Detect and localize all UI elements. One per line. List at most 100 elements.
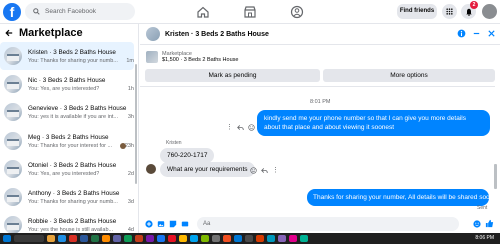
back-arrow-icon[interactable] (5, 29, 13, 37)
panel-title: Marketplace (19, 27, 83, 39)
chat-avatar[interactable] (146, 27, 160, 41)
app-icon[interactable] (102, 235, 110, 242)
plus-icon[interactable] (145, 219, 153, 228)
app-icon[interactable] (289, 235, 297, 242)
conversation-item[interactable]: Meg · 3 Beds 2 Baths House You: Thanks f… (0, 127, 134, 155)
reply-icon[interactable] (261, 167, 268, 174)
edge-icon[interactable] (58, 235, 66, 242)
conversation-item[interactable]: Nic · 3 Beds 2 Baths House You: Yes, are… (0, 70, 134, 98)
marketplace-icon[interactable] (243, 5, 257, 19)
file-explorer-icon[interactable] (47, 235, 55, 242)
incoming-message[interactable]: What are your requirements (160, 162, 255, 177)
listing-summary[interactable]: Marketplace $1,500 · 3 Beds 2 Baths Hous… (140, 45, 500, 69)
seen-avatar (120, 143, 126, 149)
app-icon[interactable] (223, 235, 231, 242)
powerpoint-icon[interactable] (135, 235, 143, 242)
listing-thumbnail (146, 51, 158, 63)
chat-title[interactable]: Kristen · 3 Beds 2 Baths House (165, 31, 269, 38)
message-input[interactable]: Aa (197, 216, 459, 231)
app-icon[interactable] (234, 235, 242, 242)
app-icon[interactable] (300, 235, 308, 242)
message-actions: ⋮ (226, 123, 255, 131)
conversation-item[interactable]: Genevieve · 3 Beds 2 Baths House You: ye… (0, 98, 134, 126)
listing-avatar (4, 216, 22, 233)
app-icon[interactable] (157, 235, 165, 242)
gif-icon[interactable] (181, 220, 189, 228)
search-input[interactable]: Search Facebook (45, 8, 96, 15)
close-icon[interactable] (487, 29, 496, 38)
app-icon[interactable] (124, 235, 132, 242)
conversation-title: Anthony · 3 Beds 2 Baths House (28, 189, 120, 197)
chat-scrollbar[interactable] (494, 164, 497, 189)
app-icon[interactable] (168, 235, 176, 242)
react-icon[interactable] (248, 123, 255, 131)
word-icon[interactable] (80, 235, 88, 242)
conversation-preview: You: Thanks for your interest for ... (28, 142, 113, 149)
conversation-time: 1h (127, 85, 134, 92)
app-icon[interactable] (212, 235, 220, 242)
listing-avatar (4, 132, 22, 150)
incoming-message[interactable]: 760-220-1717 (160, 148, 215, 163)
teams-icon[interactable] (113, 235, 121, 242)
taskbar-search[interactable] (14, 235, 44, 242)
start-icon[interactable] (3, 235, 11, 242)
home-icon[interactable] (196, 5, 210, 19)
listing-price: $1,500 · 3 Beds 2 Baths House (162, 57, 239, 63)
conversation-item[interactable]: Otoniel · 3 Beds 2 Baths House You: Yes,… (0, 155, 134, 183)
os-taskbar: 8:06 PM (0, 233, 500, 244)
top-bar: f Search Facebook Find friends 2 (0, 0, 500, 24)
app-icon[interactable] (190, 235, 198, 242)
app-icon[interactable] (267, 235, 275, 242)
conversation-time: 3h (127, 113, 134, 120)
chat-panel: Kristen · 3 Beds 2 Baths House Marketpla… (140, 24, 500, 233)
minimize-icon[interactable] (472, 29, 481, 38)
notification-badge: 2 (470, 1, 478, 9)
conversation-item[interactable]: Anthony · 3 Beds 2 Baths House You: Than… (0, 183, 134, 211)
listing-avatar (4, 160, 22, 178)
sender-avatar[interactable] (146, 164, 156, 174)
conversation-item[interactable]: Robbie · 3 Beds 2 Baths House You: yes t… (0, 211, 134, 233)
search-icon (33, 8, 40, 15)
bell-icon (465, 8, 472, 16)
more-icon[interactable]: ⋮ (226, 123, 233, 131)
outgoing-message[interactable]: kindly send me your phone number so that… (257, 110, 490, 136)
outgoing-message[interactable]: Thanks for sharing your number, All deta… (307, 189, 500, 206)
react-icon[interactable] (250, 166, 257, 174)
emoji-icon[interactable] (473, 219, 481, 228)
conversation-time: 2d (127, 170, 134, 177)
image-icon[interactable] (157, 220, 165, 228)
conversation-time: 23h (124, 142, 134, 149)
thumbs-up-icon[interactable] (485, 219, 494, 228)
listing-actions: Mark as pending More options (145, 69, 495, 82)
conversation-title: Robbie · 3 Beds 2 Baths House (28, 217, 117, 225)
search-bar[interactable]: Search Facebook (25, 3, 135, 20)
clock[interactable]: 8:06 PM (475, 235, 494, 241)
conversation-list-scrollbar[interactable] (135, 64, 137, 184)
reply-icon[interactable] (237, 124, 244, 131)
conversation-preview: You: yes the house is still availab... (28, 226, 114, 233)
divider (140, 86, 495, 87)
excel-icon[interactable] (91, 235, 99, 242)
sticker-icon[interactable] (169, 220, 177, 228)
more-options-button[interactable]: More options (323, 69, 495, 82)
conversation-list-panel: Marketplace Kristen · 3 Beds 2 Baths Hou… (0, 24, 139, 233)
app-icon[interactable] (179, 235, 187, 242)
app-icon[interactable] (201, 235, 209, 242)
conversation-preview: You: yes it is available if you are int.… (28, 113, 118, 120)
conversation-title: Genevieve · 3 Beds 2 Baths House (28, 104, 127, 112)
app-icon[interactable] (245, 235, 253, 242)
conversation-title: Otoniel · 3 Beds 2 Baths House (28, 161, 117, 169)
profile-avatar[interactable] (482, 4, 497, 19)
chrome-icon[interactable] (69, 235, 77, 242)
find-friends-button[interactable]: Find friends (397, 4, 437, 19)
menu-grid-button[interactable] (442, 4, 457, 19)
info-icon[interactable] (457, 29, 466, 38)
app-icon[interactable] (256, 235, 264, 242)
app-icon[interactable] (278, 235, 286, 242)
facebook-logo-icon[interactable]: f (3, 3, 21, 21)
conversation-item[interactable]: Kristen · 3 Beds 2 Baths House You: Than… (0, 42, 134, 70)
app-icon[interactable] (146, 235, 154, 242)
more-icon[interactable]: ⋮ (272, 166, 279, 174)
groups-icon[interactable] (290, 5, 304, 19)
mark-as-pending-button[interactable]: Mark as pending (145, 69, 320, 82)
